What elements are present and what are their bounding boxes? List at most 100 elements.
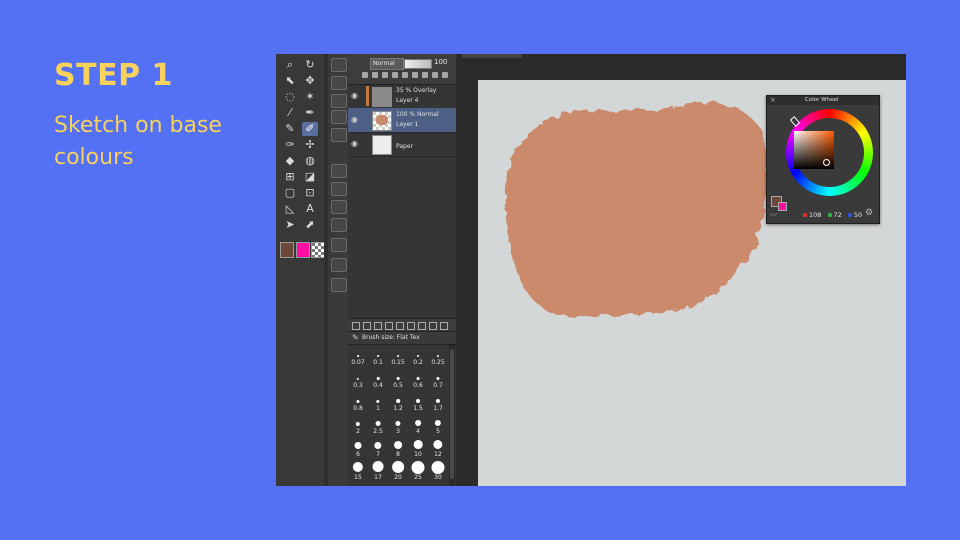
sub-color-swatch[interactable] xyxy=(778,202,787,211)
zoom-icon[interactable]: ⌕ xyxy=(282,58,298,72)
brush-size-option[interactable]: 25 xyxy=(408,460,428,486)
brush-size-dot xyxy=(375,421,381,426)
red-value[interactable]: 108 xyxy=(809,211,821,219)
mask-icon[interactable] xyxy=(412,72,418,78)
layer-actions-bar xyxy=(348,318,456,332)
blue-value[interactable]: 50 xyxy=(854,211,862,219)
clip-icon[interactable] xyxy=(362,72,368,78)
canvas-area: × Color Wheel 〰 108 72 50 ⚙ xyxy=(456,54,906,486)
eye-icon[interactable]: ◉ xyxy=(351,92,358,100)
main-color-swatch[interactable] xyxy=(280,242,294,258)
pencil-icon[interactable]: ✎ xyxy=(282,122,298,136)
brush-size-label: 0.8 xyxy=(353,405,363,412)
eyedropper-icon[interactable]: ⁄ xyxy=(282,106,298,120)
mask-layer-icon[interactable] xyxy=(429,322,437,330)
brush-size-dot xyxy=(431,461,445,474)
blend-mode-select[interactable]: Normal xyxy=(370,58,404,70)
brush-size-dot xyxy=(395,420,401,426)
brush-size-label: 3 xyxy=(396,428,400,435)
figure-icon[interactable]: ▢ xyxy=(282,186,298,200)
lock-transparent-icon[interactable] xyxy=(402,72,408,78)
sub-tool-icon[interactable] xyxy=(331,128,347,142)
text-icon[interactable]: A xyxy=(302,202,318,216)
airbrush-icon[interactable]: ✑ xyxy=(282,138,298,152)
reference-icon[interactable] xyxy=(372,72,378,78)
magic-wand-icon[interactable]: ✶ xyxy=(302,90,318,104)
material-icon[interactable] xyxy=(331,182,347,196)
brush-size-label: 0.6 xyxy=(413,382,423,389)
brush-size-label: 0.25 xyxy=(431,359,445,366)
brush-size-label: 0.5 xyxy=(393,382,403,389)
transfer-icon[interactable] xyxy=(396,322,404,330)
eye-icon[interactable]: ◉ xyxy=(351,140,358,148)
brush-size-label: 0.7 xyxy=(433,382,443,389)
transparent-color-swatch[interactable] xyxy=(311,242,325,258)
brush-size-label: 2 xyxy=(356,428,360,435)
brush-size-option[interactable]: 15 xyxy=(348,460,368,486)
sub-color-swatch[interactable] xyxy=(296,242,310,258)
layers-panel: Normal 100 ◉ 35 % Overlay Layer 4 ◉ 100 % No… xyxy=(348,54,456,486)
layer-color-bar xyxy=(366,86,369,106)
trash-icon[interactable] xyxy=(440,322,448,330)
frame-icon[interactable]: ⊡ xyxy=(302,186,318,200)
ruler-icon[interactable]: ◺ xyxy=(282,202,298,216)
copy-layer-icon[interactable] xyxy=(407,322,415,330)
brush-size-label: 17 xyxy=(374,474,382,481)
object-select-icon[interactable]: ⬉ xyxy=(282,74,298,88)
brush-size-label: 5 xyxy=(436,428,440,435)
lock-icon[interactable] xyxy=(392,72,398,78)
sub-tool-icon[interactable] xyxy=(331,58,347,72)
sub-tool-icon[interactable] xyxy=(331,94,347,108)
sub-tool-icon[interactable] xyxy=(331,76,347,90)
color-selection-marker[interactable] xyxy=(823,159,830,166)
brush-size-option[interactable]: 30 xyxy=(428,460,448,486)
decoration-icon[interactable]: ✢ xyxy=(302,138,318,152)
close-icon[interactable]: × xyxy=(770,96,776,105)
new-folder-icon[interactable] xyxy=(374,322,382,330)
layer-row[interactable]: ◉ 35 % Overlay Layer 4 xyxy=(348,84,456,109)
eye-icon[interactable]: ◉ xyxy=(351,116,358,124)
brush-size-option[interactable]: 20 xyxy=(388,460,408,486)
gradient-icon[interactable]: ◪ xyxy=(302,170,318,184)
navigator-icon[interactable] xyxy=(331,278,347,292)
palette-color-icon[interactable] xyxy=(422,72,428,78)
gear-icon[interactable]: ⚙ xyxy=(865,209,873,218)
brush-size-dot xyxy=(376,377,380,380)
opacity-slider[interactable] xyxy=(404,59,432,69)
brush-size-option[interactable]: 17 xyxy=(368,460,388,486)
new-raster-layer-icon[interactable] xyxy=(352,322,360,330)
brush-icon[interactable]: ✐ xyxy=(302,122,318,136)
new-vector-layer-icon[interactable] xyxy=(363,322,371,330)
merge-down-icon[interactable] xyxy=(385,322,393,330)
rotate-icon[interactable]: ↻ xyxy=(302,58,318,72)
brush-size-label: 4 xyxy=(416,428,420,435)
brush-size-scrollbar[interactable] xyxy=(449,345,455,486)
material-icon[interactable] xyxy=(331,164,347,178)
ruler-layer-icon[interactable] xyxy=(418,322,426,330)
canvas-tab[interactable] xyxy=(462,54,522,58)
balloon-icon[interactable]: ➤ xyxy=(282,218,298,232)
pen-icon[interactable]: ✒ xyxy=(302,106,318,120)
layer-toolbar: Normal 100 xyxy=(348,54,456,85)
green-value[interactable]: 72 xyxy=(834,211,842,219)
opacity-value[interactable]: 100 xyxy=(434,58,447,66)
brush-size-label: 7 xyxy=(376,451,380,458)
sub-tool-icon[interactable] xyxy=(331,110,347,124)
draft-icon[interactable] xyxy=(382,72,388,78)
navigator-icon[interactable] xyxy=(331,258,347,272)
lasso-icon[interactable]: ◌ xyxy=(282,90,298,104)
layer-row[interactable]: ◉ 100 % Normal Layer 1 xyxy=(348,108,456,133)
brush-size-dot xyxy=(436,376,440,380)
material-icon[interactable] xyxy=(331,200,347,214)
ruler-link-icon[interactable] xyxy=(432,72,438,78)
correct-line-icon[interactable]: ⬈ xyxy=(302,218,318,232)
eraser-icon[interactable]: ◆ xyxy=(282,154,298,168)
layer-settings-icon[interactable] xyxy=(442,72,448,78)
fill-icon[interactable]: ⊞ xyxy=(282,170,298,184)
blend-icon[interactable]: ◍ xyxy=(302,154,318,168)
navigator-icon[interactable] xyxy=(331,218,347,232)
move-icon[interactable]: ✥ xyxy=(302,74,318,88)
color-wheel-titlebar[interactable]: × Color Wheel xyxy=(767,96,879,105)
navigator-icon[interactable] xyxy=(331,238,347,252)
layer-row[interactable]: ◉ Paper xyxy=(348,132,456,157)
